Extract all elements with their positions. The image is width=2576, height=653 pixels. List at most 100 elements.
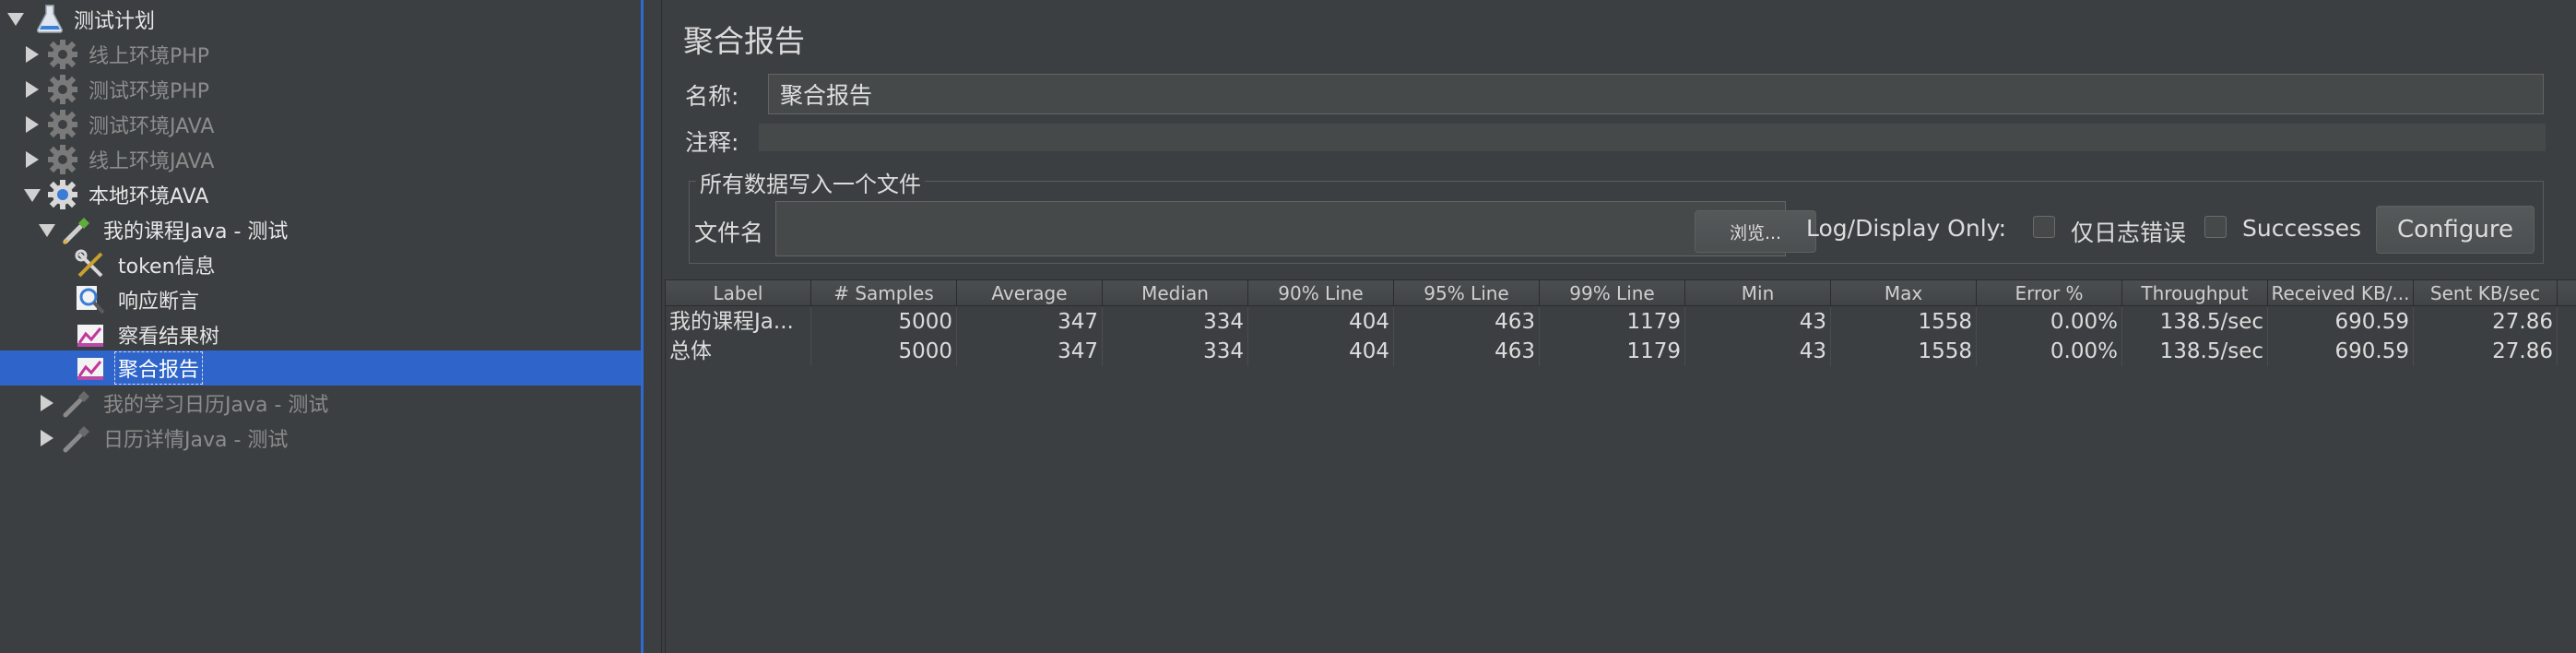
- table-cell: 138.5/sec: [2122, 307, 2268, 337]
- expand-arrow-icon[interactable]: [26, 116, 39, 133]
- tree-item-label: 测试环境JAVA: [89, 115, 215, 138]
- tree-item-thread-group[interactable]: 测试环境PHP: [0, 72, 643, 107]
- name-field[interactable]: [768, 74, 2544, 114]
- split-pane-gutter[interactable]: [644, 0, 662, 653]
- column-header[interactable]: Throughput: [2122, 280, 2268, 306]
- tree-item-label: 测试环境PHP: [89, 80, 210, 103]
- tree-item-label: token信息: [118, 255, 216, 279]
- gear-icon: [46, 143, 79, 176]
- flask-icon: [33, 2, 66, 35]
- sampler-dropper-icon: [61, 213, 94, 246]
- tree-item-label: 我的学习日历Java - 测试: [103, 394, 329, 417]
- expand-arrow-icon[interactable]: [26, 151, 39, 168]
- column-header[interactable]: Max: [1831, 280, 1977, 306]
- tree-item-http-sampler[interactable]: 我的课程Java - 测试: [0, 212, 643, 247]
- table-cell: 138.5/sec: [2122, 337, 2268, 366]
- table-cell: 463: [1394, 337, 1540, 366]
- table-cell: 0.00%: [1977, 337, 2122, 366]
- tree-item-thread-group[interactable]: 测试环境JAVA: [0, 107, 643, 142]
- expand-arrow-icon[interactable]: [7, 13, 24, 26]
- tree-item-http-sampler[interactable]: 我的学习日历Java - 测试: [0, 386, 643, 421]
- table-cell: 43: [1685, 307, 1831, 337]
- tree-item-label: 聚合报告: [113, 351, 204, 385]
- column-header[interactable]: Sent KB/sec: [2414, 280, 2558, 306]
- results-table[interactable]: Label # Samples Average Median 90% Line …: [665, 279, 2576, 653]
- expand-arrow-icon[interactable]: [24, 189, 41, 202]
- tree-item-label: 线上环境JAVA: [89, 150, 215, 173]
- listener-graph-icon: [74, 351, 107, 385]
- tree-item-config-element[interactable]: token信息: [0, 247, 643, 282]
- expand-arrow-icon[interactable]: [39, 224, 55, 237]
- tree-item-label: 察看结果树: [118, 326, 220, 349]
- expand-arrow-icon[interactable]: [41, 430, 53, 446]
- column-header[interactable]: Min: [1685, 280, 1831, 306]
- table-cell: 总体: [666, 337, 811, 366]
- browse-button[interactable]: 浏览...: [1695, 210, 1816, 253]
- column-header[interactable]: Average: [957, 280, 1103, 306]
- tree-item-label: 我的课程Java - 测试: [103, 220, 289, 243]
- table-row-total[interactable]: 总体 5000 347 334 404 463 1179 43 1558 0.0…: [666, 337, 2576, 366]
- gear-icon: [46, 38, 79, 71]
- column-header[interactable]: 90% Line: [1248, 280, 1394, 306]
- tree-item-listener[interactable]: 察看结果树: [0, 317, 643, 352]
- sampler-dropper-icon: [61, 421, 94, 455]
- expand-arrow-icon[interactable]: [26, 46, 39, 63]
- column-header[interactable]: 99% Line: [1540, 280, 1685, 306]
- table-cell: 1179: [1540, 307, 1685, 337]
- tree-item-label: 响应断言: [118, 291, 200, 314]
- name-label: 名称:: [685, 83, 739, 110]
- test-plan-tree[interactable]: 测试计划 线上环境PHP 测试环境PHP 测试环境JAVA 线上环境JAVA 本…: [0, 0, 643, 653]
- table-cell: 404: [1248, 337, 1394, 366]
- successes-checkbox[interactable]: [2204, 216, 2227, 238]
- table-cell: 334: [1103, 307, 1248, 337]
- column-header[interactable]: # Samples: [811, 280, 957, 306]
- successes-label: Successes: [2242, 215, 2362, 242]
- tree-item-thread-group[interactable]: 线上环境JAVA: [0, 142, 643, 177]
- tree-item-thread-group-active[interactable]: 本地环境AVA: [0, 177, 643, 212]
- table-cell: 404: [1248, 307, 1394, 337]
- gear-icon: [46, 178, 79, 211]
- expand-arrow-icon[interactable]: [26, 81, 39, 98]
- column-header[interactable]: Median: [1103, 280, 1248, 306]
- file-group-legend: 所有数据写入一个文件: [696, 166, 925, 198]
- table-cell: 43: [1685, 337, 1831, 366]
- table-cell: 347: [957, 337, 1103, 366]
- tree-item-http-sampler[interactable]: 日历详情Java - 测试: [0, 421, 643, 456]
- aggregate-report-panel: 聚合报告 名称: 注释: 所有数据写入一个文件 文件名 浏览... Log/Di…: [663, 0, 2576, 653]
- errors-only-checkbox[interactable]: [2033, 216, 2055, 238]
- expand-arrow-icon[interactable]: [41, 395, 53, 411]
- table-cell: 463: [1394, 307, 1540, 337]
- table-cell: 27.86: [2414, 337, 2558, 366]
- page-title: 聚合报告: [683, 23, 805, 59]
- gear-icon: [46, 73, 79, 106]
- log-display-only-label: Log/Display Only:: [1806, 215, 2007, 242]
- column-header[interactable]: Label: [666, 280, 811, 306]
- gear-icon: [46, 108, 79, 141]
- tree-item-assertion[interactable]: 响应断言: [0, 282, 643, 317]
- wrench-screwdriver-icon: [74, 248, 107, 281]
- column-header[interactable]: Error %: [1977, 280, 2122, 306]
- sampler-dropper-icon: [61, 386, 94, 420]
- tree-item-listener-selected[interactable]: 聚合报告: [0, 350, 643, 386]
- comment-field[interactable]: [759, 124, 2546, 151]
- magnifier-icon: [74, 283, 107, 316]
- tree-item-label: 日历详情Java - 测试: [103, 429, 289, 452]
- table-cell: 1558: [1831, 307, 1977, 337]
- table-header: Label # Samples Average Median 90% Line …: [666, 280, 2576, 306]
- tree-item-thread-group[interactable]: 线上环境PHP: [0, 37, 643, 72]
- table-cell: 347: [957, 307, 1103, 337]
- table-cell: 5000: [811, 337, 957, 366]
- filename-label: 文件名: [694, 220, 764, 246]
- table-cell: 1558: [1831, 337, 1977, 366]
- filename-input[interactable]: [775, 201, 1786, 256]
- tree-item-test-plan[interactable]: 测试计划: [0, 2, 643, 37]
- column-header[interactable]: Received KB/...: [2268, 280, 2414, 306]
- tree-item-label: 线上环境PHP: [89, 45, 210, 68]
- errors-only-label: 仅日志错误: [2071, 220, 2187, 246]
- table-cell: 690.59: [2268, 307, 2414, 337]
- tree-item-label: 本地环境AVA: [89, 185, 209, 208]
- column-header[interactable]: 95% Line: [1394, 280, 1540, 306]
- table-cell: 690.59: [2268, 337, 2414, 366]
- configure-button[interactable]: Configure: [2376, 206, 2535, 254]
- table-row[interactable]: 我的课程Ja... 5000 347 334 404 463 1179 43 1…: [666, 307, 2576, 337]
